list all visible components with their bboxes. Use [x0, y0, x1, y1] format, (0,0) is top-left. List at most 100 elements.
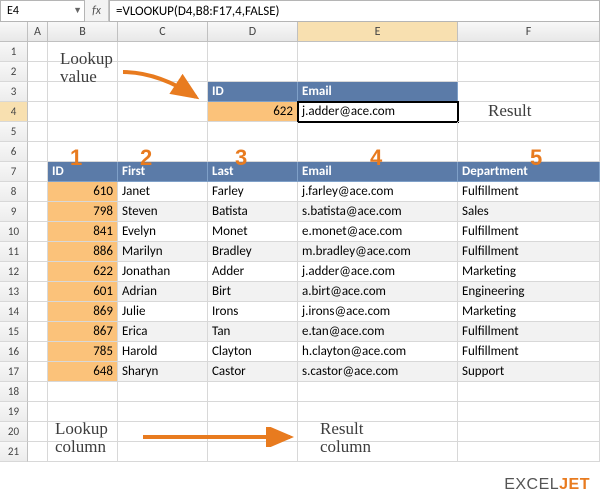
cell[interactable]: [28, 382, 48, 402]
cell[interactable]: Engineering: [458, 282, 600, 302]
row-header-13[interactable]: 13: [0, 282, 28, 302]
cell[interactable]: [28, 242, 48, 262]
cell[interactable]: [28, 302, 48, 322]
cell[interactable]: h.clayton@ace.com: [298, 342, 458, 362]
cell[interactable]: Fulfillment: [458, 182, 600, 202]
row-header-11[interactable]: 11: [0, 242, 28, 262]
cell[interactable]: [28, 442, 48, 462]
cell[interactable]: 622: [48, 262, 118, 282]
cell[interactable]: [458, 42, 600, 62]
row-header-21[interactable]: 21: [0, 442, 28, 462]
row-header-1[interactable]: 1: [0, 42, 28, 62]
cell[interactable]: Evelyn: [118, 222, 208, 242]
cell[interactable]: [118, 62, 208, 82]
cell[interactable]: [48, 382, 118, 402]
cell[interactable]: [28, 182, 48, 202]
cell[interactable]: Jonathan: [118, 262, 208, 282]
cell[interactable]: [298, 122, 458, 142]
cell[interactable]: Monet: [208, 222, 298, 242]
cell[interactable]: [458, 442, 600, 462]
cell[interactable]: [118, 422, 208, 442]
row-header-4[interactable]: 4: [0, 102, 28, 122]
col-header-F[interactable]: F: [458, 22, 600, 41]
cell[interactable]: [48, 142, 118, 162]
cells-area[interactable]: IDEmail622j.adder@ace.comIDFirstLastEmai…: [28, 42, 600, 462]
cell[interactable]: Marilyn: [118, 242, 208, 262]
cell[interactable]: [28, 62, 48, 82]
row-header-15[interactable]: 15: [0, 322, 28, 342]
cell[interactable]: Marketing: [458, 302, 600, 322]
row-header-8[interactable]: 8: [0, 182, 28, 202]
cell[interactable]: [458, 82, 600, 102]
cell[interactable]: j.adder@ace.com: [298, 262, 458, 282]
cell[interactable]: 610: [48, 182, 118, 202]
cell[interactable]: [298, 42, 458, 62]
cell[interactable]: [28, 202, 48, 222]
cell[interactable]: [298, 62, 458, 82]
cell[interactable]: [28, 42, 48, 62]
cell[interactable]: [118, 122, 208, 142]
cell[interactable]: 601: [48, 282, 118, 302]
cell[interactable]: [458, 122, 600, 142]
col-header-D[interactable]: D: [208, 22, 298, 41]
cell[interactable]: m.bradley@ace.com: [298, 242, 458, 262]
row-header-10[interactable]: 10: [0, 222, 28, 242]
cell[interactable]: [28, 122, 48, 142]
cell[interactable]: Erica: [118, 322, 208, 342]
cell[interactable]: Adrian: [118, 282, 208, 302]
row-header-16[interactable]: 16: [0, 342, 28, 362]
cell[interactable]: [298, 422, 458, 442]
cell[interactable]: Julie: [118, 302, 208, 322]
cell[interactable]: j.farley@ace.com: [298, 182, 458, 202]
cell[interactable]: [458, 422, 600, 442]
cell[interactable]: [298, 382, 458, 402]
cell[interactable]: [28, 322, 48, 342]
cell[interactable]: First: [118, 162, 208, 182]
cell[interactable]: [458, 402, 600, 422]
selected-cell[interactable]: j.adder@ace.com: [298, 102, 458, 122]
cell[interactable]: Adder: [208, 262, 298, 282]
row-header-18[interactable]: 18: [0, 382, 28, 402]
col-header-E[interactable]: E: [298, 22, 458, 41]
cell[interactable]: [28, 362, 48, 382]
row-header-19[interactable]: 19: [0, 402, 28, 422]
row-header-7[interactable]: 7: [0, 162, 28, 182]
cell[interactable]: [118, 142, 208, 162]
cell[interactable]: [118, 442, 208, 462]
row-header-20[interactable]: 20: [0, 422, 28, 442]
row-header-3[interactable]: 3: [0, 82, 28, 102]
cell[interactable]: Email: [298, 82, 458, 102]
cell[interactable]: 798: [48, 202, 118, 222]
row-header-2[interactable]: 2: [0, 62, 28, 82]
cell[interactable]: Birt: [208, 282, 298, 302]
cell[interactable]: Harold: [118, 342, 208, 362]
cell[interactable]: s.batista@ace.com: [298, 202, 458, 222]
cell[interactable]: a.birt@ace.com: [298, 282, 458, 302]
cell[interactable]: Fulfillment: [458, 322, 600, 342]
cell[interactable]: [208, 442, 298, 462]
cell[interactable]: 886: [48, 242, 118, 262]
formula-input[interactable]: =VLOOKUP(D4,B8:F17,4,FALSE): [109, 0, 600, 22]
cell[interactable]: Fulfillment: [458, 222, 600, 242]
cell[interactable]: [48, 102, 118, 122]
name-box[interactable]: E4 ▼: [0, 0, 85, 22]
cell[interactable]: 841: [48, 222, 118, 242]
select-all-corner[interactable]: [0, 22, 28, 41]
cell[interactable]: Castor: [208, 362, 298, 382]
cell[interactable]: [28, 82, 48, 102]
row-header-14[interactable]: 14: [0, 302, 28, 322]
cell[interactable]: [208, 42, 298, 62]
cell[interactable]: [118, 82, 208, 102]
cell[interactable]: [118, 382, 208, 402]
cell[interactable]: ID: [208, 82, 298, 102]
cell[interactable]: [298, 442, 458, 462]
cell[interactable]: Batista: [208, 202, 298, 222]
cell[interactable]: [208, 402, 298, 422]
cell[interactable]: Sharyn: [118, 362, 208, 382]
cell[interactable]: [118, 402, 208, 422]
cell[interactable]: [48, 422, 118, 442]
cell[interactable]: [48, 42, 118, 62]
cell[interactable]: [208, 142, 298, 162]
cell[interactable]: [28, 422, 48, 442]
cell[interactable]: [28, 102, 48, 122]
